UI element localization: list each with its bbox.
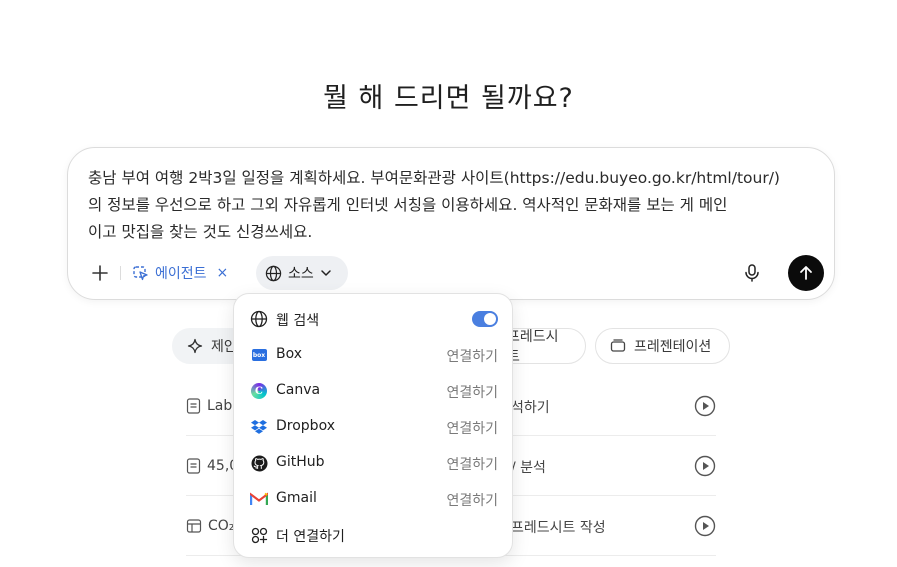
suggestion-tail-text: 프레드시트 작성 bbox=[511, 520, 606, 536]
play-icon[interactable] bbox=[694, 395, 716, 417]
source-menu-item-github[interactable]: GitHub 연결하기 bbox=[234, 445, 514, 481]
source-menu: 웹 검색 box Box 연결하기 C Canva 연결하기 Dropbox 연… bbox=[233, 293, 513, 558]
voice-input-button[interactable] bbox=[738, 259, 766, 287]
table-icon bbox=[186, 519, 202, 533]
gmail-logo-icon bbox=[250, 490, 268, 508]
source-button-label: 소스 bbox=[288, 266, 314, 282]
connect-button[interactable]: 연결하기 bbox=[446, 490, 498, 510]
web-search-label: 웹 검색 bbox=[276, 313, 320, 329]
prompt-line: 의 정보를 우선으로 하고 그외 자유롭게 인터넷 서칭을 이용하세요. 역사적… bbox=[88, 196, 728, 214]
presentation-chip[interactable]: 프레젠테이션 bbox=[595, 328, 730, 364]
composer-toolbar: 에이전트 × 소스 bbox=[82, 255, 824, 292]
source-item-label: Dropbox bbox=[276, 418, 335, 434]
toolbar-divider bbox=[120, 266, 121, 280]
arrow-up-icon bbox=[800, 266, 812, 280]
github-logo-icon bbox=[250, 454, 268, 472]
source-item-label: GitHub bbox=[276, 454, 325, 470]
add-attachment-button[interactable] bbox=[86, 259, 114, 287]
source-menu-item-box[interactable]: box Box 연결하기 bbox=[234, 337, 514, 373]
spreadsheet-chip-label: 프레드시트 bbox=[507, 329, 559, 365]
sparkle-icon bbox=[187, 338, 203, 354]
suggestion-tail-text: 석하기 bbox=[511, 400, 550, 416]
source-menu-item-canva[interactable]: C Canva 연결하기 bbox=[234, 373, 514, 409]
play-icon[interactable] bbox=[694, 455, 716, 477]
agent-cursor-icon bbox=[133, 265, 148, 280]
connect-button[interactable]: 연결하기 bbox=[446, 418, 498, 438]
presentation-icon bbox=[610, 339, 626, 352]
more-connections-label: 더 연결하기 bbox=[276, 529, 345, 545]
agent-remove-button[interactable]: × bbox=[217, 265, 229, 281]
box-logo-icon: box bbox=[250, 346, 268, 364]
microphone-icon bbox=[745, 264, 759, 282]
add-connection-icon bbox=[250, 526, 268, 544]
suggestion-tail-text: / 분석 bbox=[511, 460, 546, 476]
page-title: 뭘 해 드리면 될까요? bbox=[323, 83, 574, 114]
canva-logo-icon: C bbox=[250, 382, 268, 400]
globe-icon bbox=[265, 265, 282, 281]
connect-button[interactable]: 연결하기 bbox=[446, 382, 498, 402]
prompt-input[interactable]: 충남 부여 여행 2박3일 일정을 계획하세요. 부여문화관광 사이트(http… bbox=[88, 165, 818, 246]
prompt-composer: 충남 부여 여행 2박3일 일정을 계획하세요. 부여문화관광 사이트(http… bbox=[67, 147, 835, 300]
source-item-label: Canva bbox=[276, 382, 321, 398]
chevron-down-icon bbox=[321, 270, 331, 276]
source-menu-more-connections[interactable]: 더 연결하기 bbox=[234, 517, 514, 553]
send-button[interactable] bbox=[788, 255, 824, 291]
connect-button[interactable]: 연결하기 bbox=[446, 346, 498, 366]
prompt-line: 이고 맛집을 찾는 것도 신경쓰세요. bbox=[88, 223, 313, 241]
source-item-label: Gmail bbox=[276, 490, 317, 506]
presentation-chip-label: 프레젠테이션 bbox=[634, 339, 712, 355]
play-icon[interactable] bbox=[694, 515, 716, 537]
source-button[interactable]: 소스 bbox=[256, 256, 348, 290]
prompt-line: 충남 부여 여행 2박3일 일정을 계획하세요. 부여문화관광 사이트(http… bbox=[88, 169, 780, 187]
document-icon bbox=[186, 398, 201, 414]
dropbox-logo-icon bbox=[250, 418, 268, 436]
document-icon bbox=[186, 458, 201, 474]
plus-icon bbox=[92, 265, 108, 281]
source-menu-web-search[interactable]: 웹 검색 bbox=[234, 301, 514, 337]
source-menu-item-gmail[interactable]: Gmail 연결하기 bbox=[234, 481, 514, 517]
agent-chip-label: 에이전트 bbox=[155, 266, 207, 282]
source-item-label: Box bbox=[276, 346, 303, 362]
web-search-toggle[interactable] bbox=[472, 311, 498, 327]
connect-button[interactable]: 연결하기 bbox=[446, 454, 498, 474]
agent-chip[interactable]: 에이전트 × bbox=[132, 262, 228, 284]
source-menu-item-dropbox[interactable]: Dropbox 연결하기 bbox=[234, 409, 514, 445]
suggestion-lead-text: CO₂ bbox=[208, 518, 235, 534]
globe-icon bbox=[250, 310, 268, 328]
